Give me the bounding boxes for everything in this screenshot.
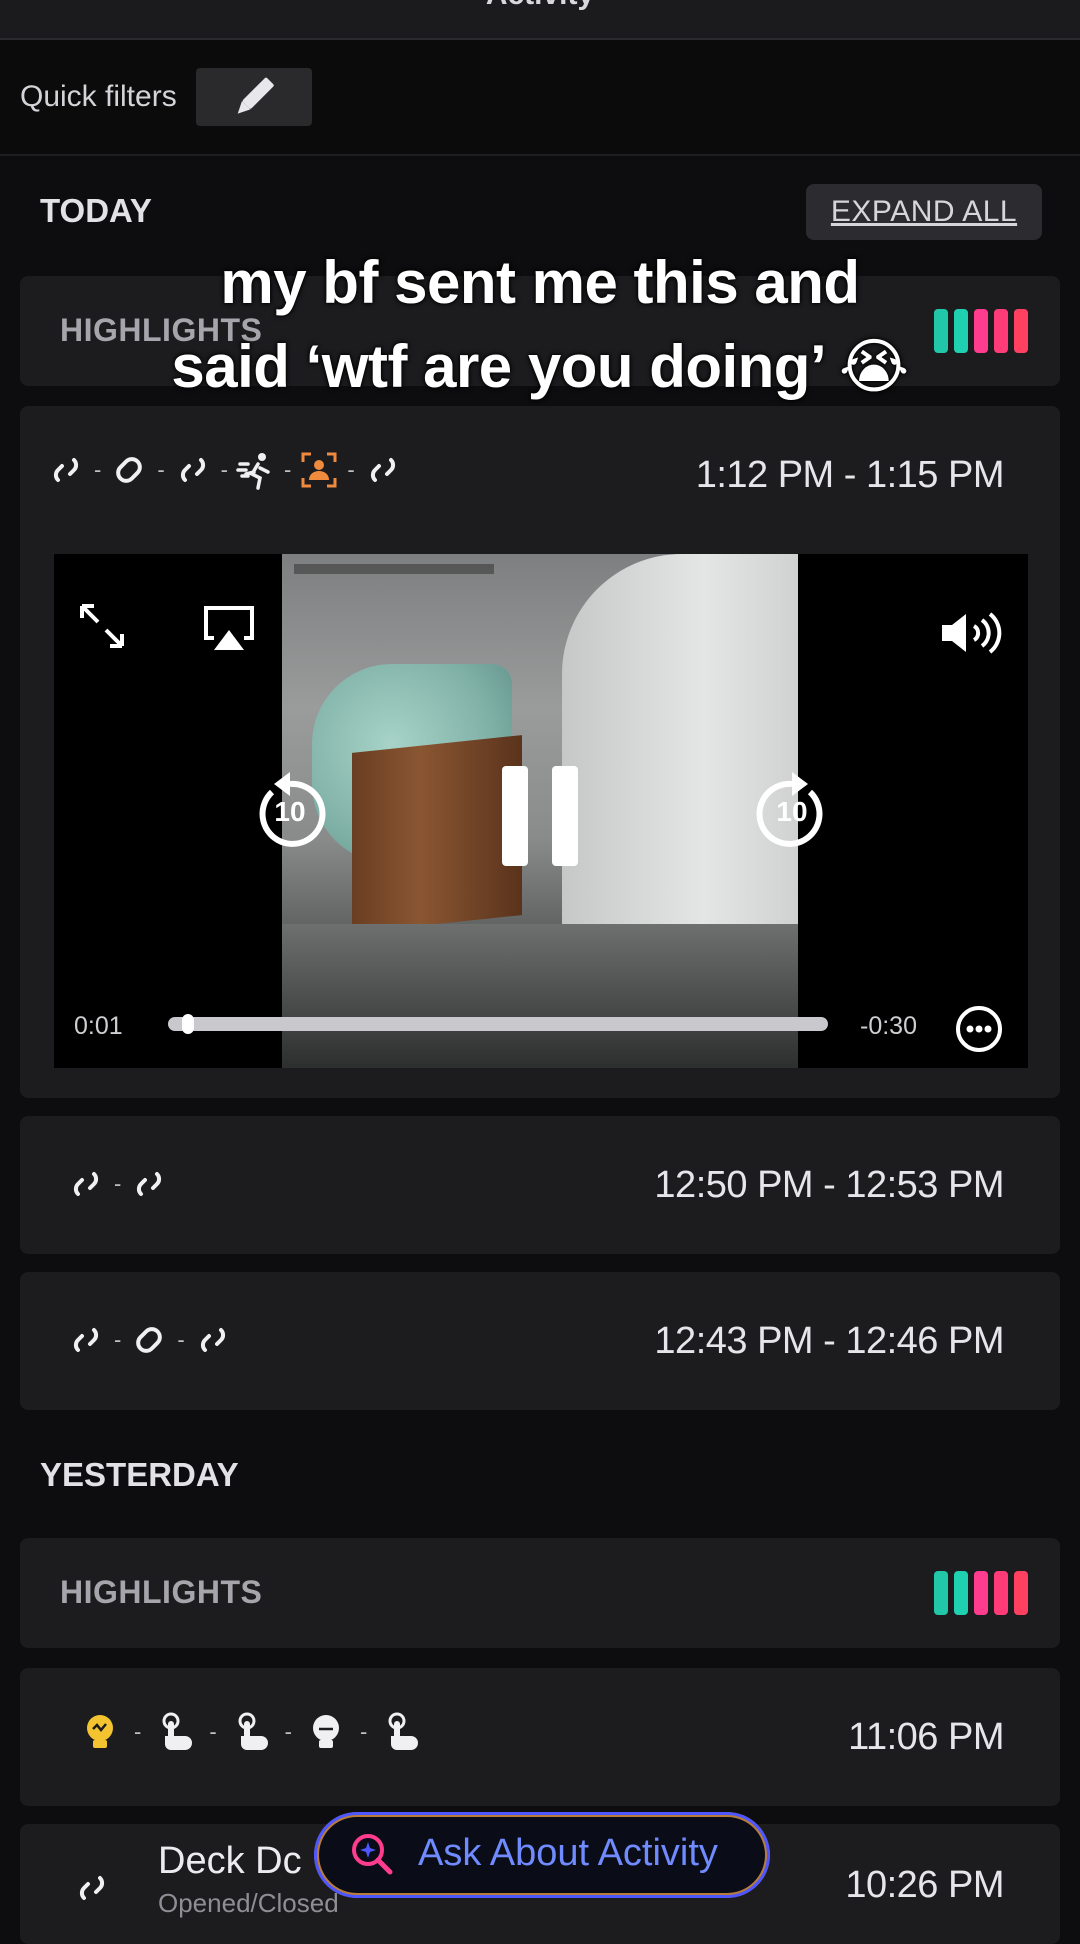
event-time: 12:43 PM - 12:46 PM xyxy=(654,1320,1004,1362)
bulb-icon xyxy=(87,1715,113,1748)
volume-icon[interactable] xyxy=(938,610,1004,656)
more-options-icon[interactable] xyxy=(954,1004,1004,1054)
bulb-icon xyxy=(312,1715,339,1748)
feed-timestamp xyxy=(294,564,494,574)
top-bar: Activity xyxy=(0,0,1080,40)
event-icons: - - - - - xyxy=(46,450,403,490)
elapsed-time: 0:01 xyxy=(74,1012,123,1040)
pencil-icon xyxy=(237,77,274,114)
event-card[interactable]: 11:06 PM - - - - xyxy=(20,1668,1060,1806)
page-title: Activity xyxy=(0,0,1080,12)
skip-forward-button[interactable]: 10 xyxy=(752,772,832,852)
highlight-color-bars xyxy=(934,1571,1034,1615)
link-icon xyxy=(79,1876,105,1900)
airplay-icon[interactable] xyxy=(202,604,256,654)
highlights-label: HIGHLIGHTS xyxy=(60,1574,263,1610)
event-time: 11:06 PM xyxy=(848,1716,1004,1758)
feed-door xyxy=(352,735,522,933)
touch-icon xyxy=(238,1712,268,1750)
quick-filters-bar: Quick filters xyxy=(0,40,1080,156)
feed-floor xyxy=(282,924,798,1068)
event-icons: - - - - xyxy=(80,1712,421,1752)
pause-icon xyxy=(502,766,578,866)
event-time: 12:50 PM - 12:53 PM xyxy=(654,1164,1004,1206)
section-title-yesterday: YESTERDAY xyxy=(40,1456,239,1493)
sensor-icon xyxy=(116,457,143,483)
link-icon xyxy=(73,1328,99,1352)
skip-forward-seconds: 10 xyxy=(776,796,808,827)
event-card[interactable]: 12:43 PM - 12:46 PM - - xyxy=(20,1272,1060,1410)
event-card[interactable]: 12:50 PM - 12:53 PM - xyxy=(20,1116,1060,1254)
event-icons: - xyxy=(66,1164,169,1204)
skip-back-button[interactable]: 10 xyxy=(250,772,330,852)
event-time: 1:12 PM - 1:15 PM xyxy=(695,454,1005,496)
ask-about-activity-button[interactable]: Ask About Activity xyxy=(314,1812,770,1898)
event-title: Deck Dc xyxy=(158,1840,302,1882)
section-title-today: TODAY xyxy=(40,192,152,229)
ask-about-activity-label: Ask About Activity xyxy=(418,1832,718,1874)
link-icon xyxy=(200,1328,225,1352)
touch-icon xyxy=(388,1712,419,1750)
remaining-time: -0:30 xyxy=(860,1012,917,1040)
caption-line-2: said ‘wtf are you doing’ 😭 xyxy=(171,333,909,400)
highlights-card-yesterday[interactable]: HIGHLIGHTS xyxy=(20,1538,1060,1648)
expand-all-button[interactable]: EXPAND ALL xyxy=(806,184,1042,240)
progress-bar[interactable] xyxy=(168,1014,828,1034)
fullscreen-icon[interactable] xyxy=(76,600,128,652)
skip-back-seconds: 10 xyxy=(274,796,306,827)
ai-search-icon xyxy=(352,1834,393,1875)
link-icon xyxy=(73,1172,99,1196)
link-icon xyxy=(53,458,79,482)
edit-filters-button[interactable] xyxy=(196,68,312,126)
link-icon xyxy=(180,458,205,482)
touch-icon xyxy=(162,1712,193,1750)
person-icon xyxy=(301,452,337,488)
caption-line-1: my bf sent me this and xyxy=(220,249,860,316)
sensor-icon xyxy=(136,1327,163,1353)
event-time: 10:26 PM xyxy=(845,1864,1004,1906)
event-subtitle: Opened/Closed xyxy=(158,1888,339,1918)
link-icon xyxy=(137,1172,162,1196)
motion-icon xyxy=(236,453,270,490)
pause-button[interactable] xyxy=(502,766,578,866)
link-icon xyxy=(370,458,395,482)
quick-filters-label: Quick filters xyxy=(20,80,177,113)
event-icons: - - xyxy=(66,1320,233,1360)
progress-handle[interactable] xyxy=(181,1014,194,1034)
